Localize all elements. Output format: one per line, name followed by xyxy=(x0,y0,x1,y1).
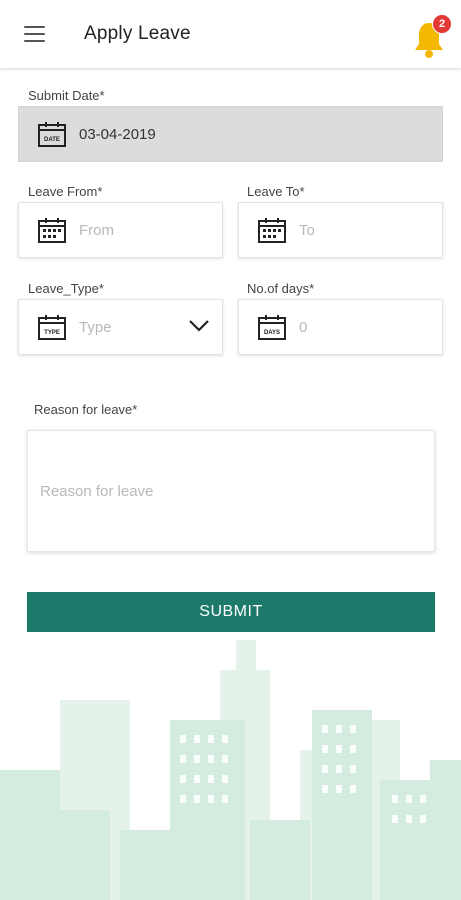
days-icon: DAYS xyxy=(258,315,286,340)
leave-from-field[interactable]: From xyxy=(18,202,223,258)
leave-to-field[interactable]: To xyxy=(238,202,443,258)
app-bar: Apply Leave 2 xyxy=(0,0,461,68)
no-of-days-label: No.of days* xyxy=(247,281,315,296)
notification-bell-button[interactable]: 2 xyxy=(412,14,452,58)
notification-count-badge: 2 xyxy=(432,14,452,34)
chevron-down-icon xyxy=(189,320,209,332)
calendar-icon xyxy=(258,218,286,243)
submit-date-field: DATE 03-04-2019 xyxy=(18,106,443,162)
calendar-icon xyxy=(38,218,66,243)
type-icon: TYPE xyxy=(38,315,66,340)
leave-type-select[interactable]: TYPE Type xyxy=(18,299,223,355)
reason-textarea[interactable]: Reason for leave xyxy=(27,430,435,552)
reason-label: Reason for leave* xyxy=(34,402,138,417)
type-icon-text: TYPE xyxy=(44,330,60,336)
leave-to-label: Leave To* xyxy=(247,184,305,199)
leave-to-placeholder: To xyxy=(299,221,315,239)
reason-placeholder: Reason for leave xyxy=(40,483,154,500)
date-calendar-icon: DATE xyxy=(38,122,66,147)
leave-from-label: Leave From* xyxy=(28,184,103,199)
leave-type-placeholder: Type xyxy=(79,318,112,336)
no-of-days-value: 0 xyxy=(299,318,308,336)
city-skyline-background xyxy=(0,640,461,900)
leave-from-placeholder: From xyxy=(79,221,114,239)
submit-button[interactable]: SUBMIT xyxy=(27,592,435,632)
submit-date-label: Submit Date* xyxy=(28,88,105,103)
no-of-days-field[interactable]: DAYS 0 xyxy=(238,299,443,355)
leave-type-label: Leave_Type* xyxy=(28,281,104,296)
hamburger-menu-icon[interactable] xyxy=(14,18,54,50)
days-icon-text: DAYS xyxy=(264,330,280,336)
date-icon-text: DATE xyxy=(44,137,60,143)
page-title: Apply Leave xyxy=(84,23,191,44)
submit-date-value: 03-04-2019 xyxy=(79,125,156,143)
